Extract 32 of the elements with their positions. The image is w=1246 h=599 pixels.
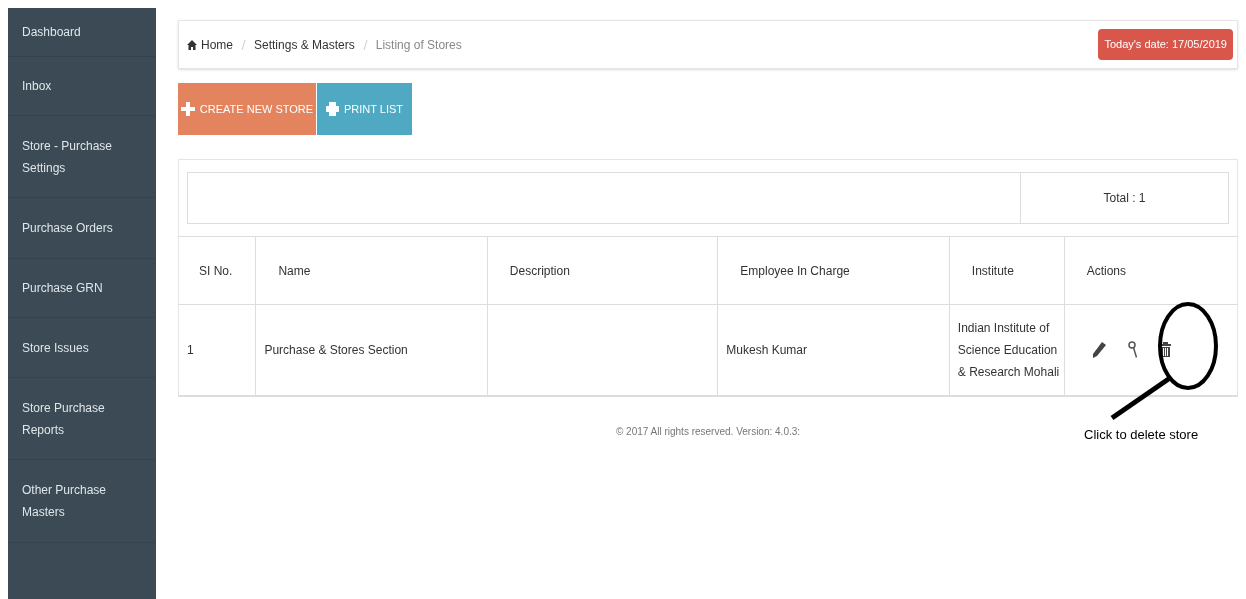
home-icon bbox=[187, 39, 197, 50]
sidebar-item[interactable]: Store Issues bbox=[8, 318, 156, 378]
column-header: SI No. bbox=[199, 263, 233, 278]
breadcrumb-link[interactable]: Home bbox=[201, 35, 233, 54]
sidebar-item[interactable]: Purchase Orders bbox=[8, 198, 156, 259]
table-cell: Mukesh Kumar bbox=[726, 342, 808, 357]
table-cell: Indian Institute of Science Education & Research Mohali bbox=[957, 320, 1060, 379]
sidebar-item[interactable]: Inbox bbox=[8, 57, 156, 116]
sidebar-item[interactable]: Purchase GRN bbox=[8, 259, 156, 318]
column-header: Description bbox=[509, 263, 570, 278]
key-icon[interactable] bbox=[1127, 340, 1138, 359]
annotation-text: Click to delete store bbox=[1084, 426, 1199, 444]
footer-text: © 2017 All rights reserved. Version: 4.0.3: bbox=[615, 425, 801, 437]
column-header: Name bbox=[278, 263, 311, 278]
table-cell: Purchase & Stores Section bbox=[264, 342, 408, 357]
breadcrumb-separator bbox=[362, 39, 368, 50]
total-count: Total : 1 bbox=[1103, 190, 1146, 207]
breadcrumb-separator bbox=[241, 39, 246, 50]
sidebar-item[interactable]: Other Purchase Masters bbox=[8, 460, 156, 543]
trash-icon[interactable] bbox=[1159, 342, 1171, 358]
sidebar-item[interactable]: Store - Purchase Settings bbox=[8, 116, 156, 198]
pencil-icon[interactable] bbox=[1091, 341, 1106, 358]
breadcrumb-current: Listing of Stores bbox=[375, 36, 462, 54]
sidebar-item[interactable]: Store Purchase Reports bbox=[8, 378, 156, 460]
column-header: Actions bbox=[1086, 263, 1127, 278]
table-cell: 1 bbox=[187, 342, 194, 357]
breadcrumb-link[interactable]: Settings & Masters bbox=[254, 35, 355, 54]
date-badge: Today's date: 17/05/2019 bbox=[1098, 29, 1233, 60]
sidebar-item[interactable]: Dashboard bbox=[8, 8, 156, 57]
plus-icon bbox=[180, 102, 195, 116]
column-header: Institute bbox=[971, 263, 1014, 278]
column-header: Employee In Charge bbox=[740, 263, 850, 278]
